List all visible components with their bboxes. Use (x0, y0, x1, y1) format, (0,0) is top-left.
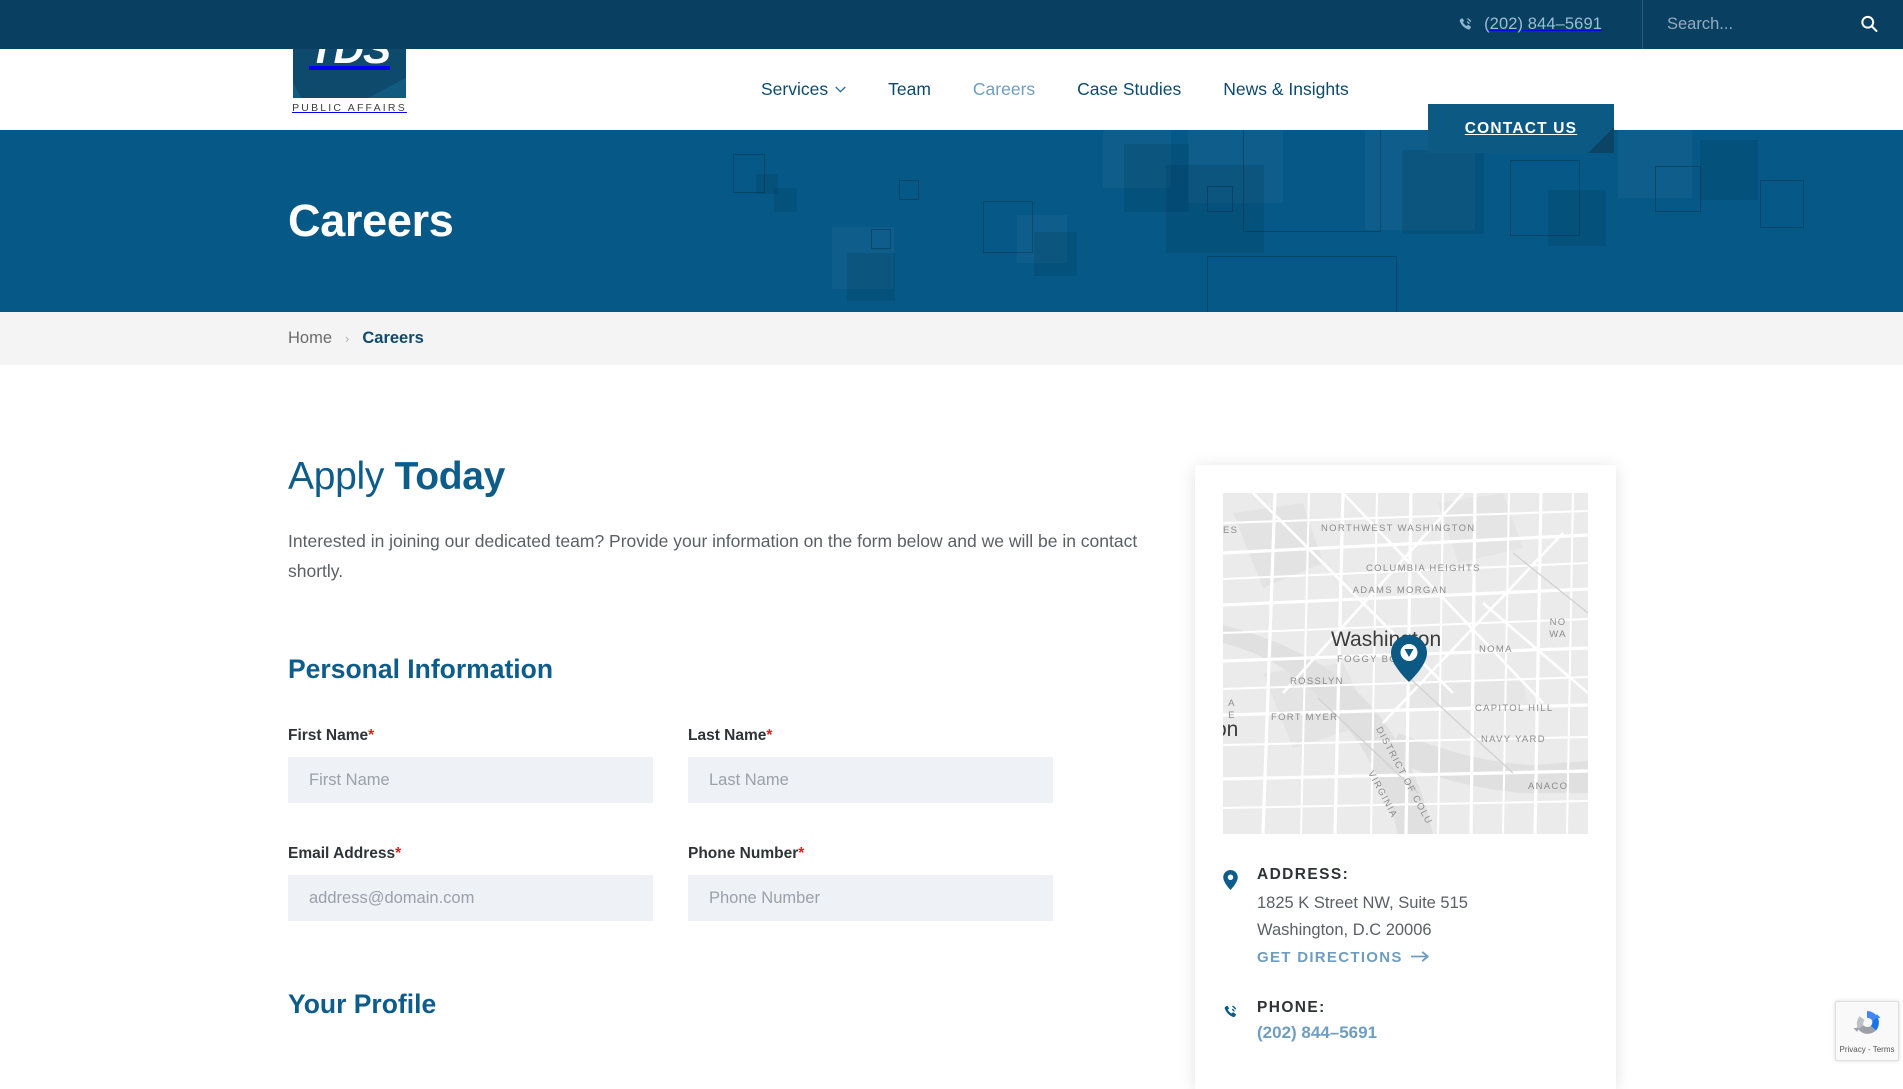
sidebar-phone-number[interactable]: (202) 844–5691 (1257, 1023, 1377, 1042)
required-marker: * (766, 727, 773, 745)
get-directions-label: GET DIRECTIONS (1257, 949, 1403, 967)
email-field-group: Email Address* (288, 845, 653, 922)
email-input[interactable] (288, 875, 653, 922)
apply-form-section: Apply Today Interested in joining our de… (288, 455, 1153, 1020)
nav-item-team[interactable]: Team (867, 79, 952, 100)
apply-today-heading-bold: Today (394, 455, 506, 498)
apply-intro-text: Interested in joining our dedicated team… (288, 531, 1138, 582)
personal-information-heading: Personal Information (288, 654, 554, 685)
contact-field-row: Email Address* Phone Number* (288, 845, 1153, 922)
phone-field-group: Phone Number* (688, 845, 1053, 922)
address-text-group: ADDRESS: 1825 K Street NW, Suite 515 Was… (1257, 866, 1468, 967)
breadcrumb-current: Careers (362, 329, 424, 347)
phone-label-text: Phone Number (688, 845, 799, 863)
get-directions-link[interactable]: GET DIRECTIONS (1257, 949, 1430, 966)
page-title: Careers (288, 195, 454, 246)
recaptcha-badge[interactable]: Privacy - Terms (1835, 1001, 1899, 1061)
breadcrumb-bar: Home › Careers (0, 312, 1903, 365)
nav-label-team: Team (888, 79, 931, 99)
first-name-field-group: First Name* (288, 727, 653, 804)
topbar-phone-link[interactable]: (202) 844–5691 (1458, 0, 1642, 49)
address-line-2: Washington, D.C 20006 (1257, 920, 1432, 939)
logo-subtitle: PUBLIC AFFAIRS (292, 102, 407, 114)
search-input[interactable] (1667, 15, 1847, 34)
chevron-right-icon: › (345, 331, 350, 346)
email-label-text: Email Address (288, 845, 396, 863)
address-line-1: 1825 K Street NW, Suite 515 (1257, 894, 1468, 912)
nav-item-services[interactable]: Services (740, 79, 867, 100)
site-header: TDS PUBLIC AFFAIRS Services Team Careers… (0, 0, 1903, 153)
phone-text-group: PHONE: (202) 844–5691 (1257, 999, 1377, 1043)
phone-block: PHONE: (202) 844–5691 (1223, 999, 1588, 1043)
phone-input[interactable] (688, 875, 1053, 922)
phone-ringing-icon (1458, 16, 1475, 33)
hero-decorative-squares (0, 130, 1903, 312)
hero-banner: Careers (0, 130, 1903, 312)
nav-label-news-insights: News & Insights (1223, 79, 1349, 99)
top-utility-bar: (202) 844–5691 (0, 0, 1903, 49)
contact-us-button[interactable]: CONTACT US (1428, 104, 1614, 153)
map-pin-icon (1391, 635, 1427, 682)
required-marker: * (798, 845, 805, 863)
required-marker: * (368, 727, 375, 745)
email-label: Email Address* (288, 845, 653, 863)
nav-item-case-studies[interactable]: Case Studies (1056, 79, 1202, 100)
last-name-field-group: Last Name* (688, 727, 1053, 804)
last-name-input[interactable] (688, 757, 1053, 804)
location-map[interactable]: NORTHWEST WASHINGTON COLUMBIA HEIGHTS AD… (1223, 493, 1588, 834)
search-icon (1859, 13, 1879, 36)
contact-info-card: NORTHWEST WASHINGTON COLUMBIA HEIGHTS AD… (1195, 465, 1616, 1089)
topbar-phone-number: (202) 844–5691 (1484, 15, 1602, 33)
phone-ringing-icon (1223, 999, 1241, 1021)
nav-item-news-insights[interactable]: News & Insights (1202, 79, 1369, 100)
chevron-down-icon (835, 84, 846, 96)
apply-today-heading-light: Apply (288, 455, 395, 498)
last-name-label: Last Name* (688, 727, 1053, 745)
required-marker: * (395, 845, 402, 863)
nav-label-services: Services (761, 79, 829, 99)
main-navigation: Services Team Careers Case Studies News … (740, 49, 1370, 130)
first-name-label: First Name* (288, 727, 653, 745)
recaptcha-label: Privacy - Terms (1839, 1045, 1895, 1054)
first-name-input[interactable] (288, 757, 653, 804)
address-title: ADDRESS: (1257, 866, 1350, 883)
your-profile-heading: Your Profile (288, 989, 437, 1020)
nav-label-case-studies: Case Studies (1077, 79, 1182, 99)
breadcrumb-home[interactable]: Home (288, 329, 332, 348)
nav-item-careers[interactable]: Careers (952, 79, 1056, 100)
location-pin-icon (1223, 866, 1241, 890)
arrow-right-icon (1410, 949, 1430, 966)
address-block: ADDRESS: 1825 K Street NW, Suite 515 Was… (1223, 866, 1588, 967)
first-name-label-text: First Name (288, 727, 369, 745)
topbar-search (1643, 0, 1903, 49)
phone-label: Phone Number* (688, 845, 1053, 863)
phone-title: PHONE: (1257, 999, 1326, 1017)
breadcrumb: Home › Careers (288, 329, 424, 348)
top-utility-bar-inner: (202) 844–5691 (1458, 0, 1903, 49)
name-field-row: First Name* Last Name* (288, 727, 1153, 804)
nav-label-careers: Careers (972, 79, 1036, 99)
last-name-label-text: Last Name (688, 727, 767, 745)
apply-today-heading: Apply Today (288, 455, 1153, 499)
recaptcha-icon (1852, 1008, 1882, 1043)
search-button[interactable] (1859, 13, 1879, 36)
